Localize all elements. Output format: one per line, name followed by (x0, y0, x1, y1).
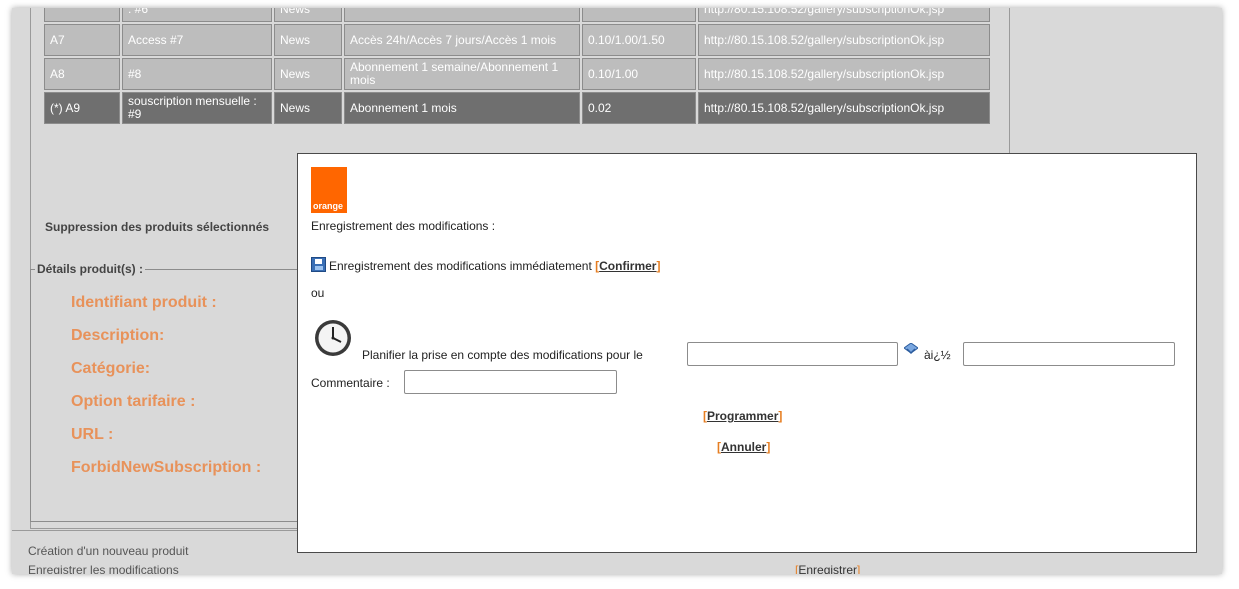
suppression-label[interactable]: Suppression des produits sélectionnés (45, 220, 269, 234)
table-cell-category: News (274, 92, 342, 124)
table-cell-id (44, 8, 120, 22)
cancel-link[interactable]: [Annuler] (717, 440, 770, 454)
table-cell-id: A7 (44, 24, 120, 56)
save-dialog: orange Enregistrement des modifications … (297, 153, 1197, 553)
table-row[interactable]: A7 Access #7 News Accès 24h/Accès 7 jours/A… (44, 24, 990, 56)
table-cell-id: (*) A9 (44, 92, 120, 124)
or-label: ou (311, 286, 325, 300)
label-category: Catégorie: (71, 360, 151, 377)
table-cell-id: A8 (44, 58, 120, 90)
immediate-row: Enregistrement des modifications immédia… (311, 257, 660, 273)
label-url: URL : (71, 426, 114, 443)
save-changes-label: Enregistrer les modifications (28, 563, 179, 574)
table-cell-url: http://80.15.108.52/gallery/subscription… (698, 24, 990, 56)
table-cell-desc: Accès 24h/Accès 7 jours/Accès 1 mois (344, 24, 580, 56)
logo-text: orange (313, 201, 344, 211)
confirm-button[interactable]: Confirmer (599, 259, 656, 273)
program-link[interactable]: [Programmer] (703, 409, 782, 423)
program-button[interactable]: Programmer (707, 409, 778, 423)
save-link-text[interactable]: Enregistrer (798, 563, 857, 574)
at-label: ài¿½ (924, 348, 951, 362)
table-cell-price (582, 8, 696, 22)
table-cell-url: http://80.15.108.52/gallery/subscription… (698, 8, 990, 22)
table-cell-name: #8 (122, 58, 272, 90)
table-cell-name: souscription mensuelle : #9 (122, 92, 272, 124)
schedule-time-input[interactable] (963, 342, 1175, 366)
calendar-picker-icon[interactable] (904, 343, 918, 357)
save-icon (311, 257, 326, 272)
comment-label: Commentaire : (311, 376, 390, 390)
schedule-text: Planifier la prise en compte des modific… (362, 348, 643, 362)
table-cell-price: 0.10/1.00/1.50 (582, 24, 696, 56)
table-row[interactable]: (*) A9 souscription mensuelle : #9 News Abo… (44, 92, 990, 124)
clock-icon (315, 320, 351, 356)
table-cell-name: : #6 (122, 8, 272, 22)
table-cell-desc (344, 8, 580, 22)
details-legend: Détails produit(s) : (37, 262, 144, 276)
comment-input[interactable] (404, 370, 617, 394)
product-details: Détails produit(s) : Identifiant produit… (30, 262, 302, 522)
table-cell-url: http://80.15.108.52/gallery/subscription… (698, 58, 990, 90)
dialog-heading: Enregistrement des modifications : (311, 219, 496, 233)
immediate-text: Enregistrement des modifications immédia… (329, 259, 592, 273)
table-cell-category: News (274, 24, 342, 56)
table-row[interactable]: A8 #8 News Abonnement 1 semaine/Abonnement … (44, 58, 990, 90)
save-link[interactable]: [Enregistrer] (795, 563, 860, 574)
table-cell-category: News (274, 8, 342, 22)
table-cell-price: 0.02 (582, 92, 696, 124)
table-cell-desc: Abonnement 1 semaine/Abonnement 1 mois (344, 58, 580, 90)
label-product-id: Identifiant produit : (71, 294, 217, 311)
table-row[interactable]: : #6 News http://80.15.108.52/gallery/subs… (44, 8, 990, 22)
table-cell-name: Access #7 (122, 24, 272, 56)
schedule-date-input[interactable] (687, 342, 898, 366)
orange-logo: orange (311, 167, 347, 213)
label-forbid-new-subscription: ForbidNewSubscription : (71, 459, 262, 476)
table-cell-url: http://80.15.108.52/gallery/subscription… (698, 92, 990, 124)
table-cell-desc: Abonnement 1 mois (344, 92, 580, 124)
create-product-label: Création d'un nouveau produit (28, 544, 189, 558)
table-cell-category: News (274, 58, 342, 90)
cancel-button[interactable]: Annuler (721, 440, 766, 454)
table-cell-price: 0.10/1.00 (582, 58, 696, 90)
label-price-option: Option tarifaire : (71, 393, 196, 410)
products-table: : #6 News http://80.15.108.52/gallery/subs… (42, 8, 992, 126)
label-description: Description: (71, 327, 165, 344)
